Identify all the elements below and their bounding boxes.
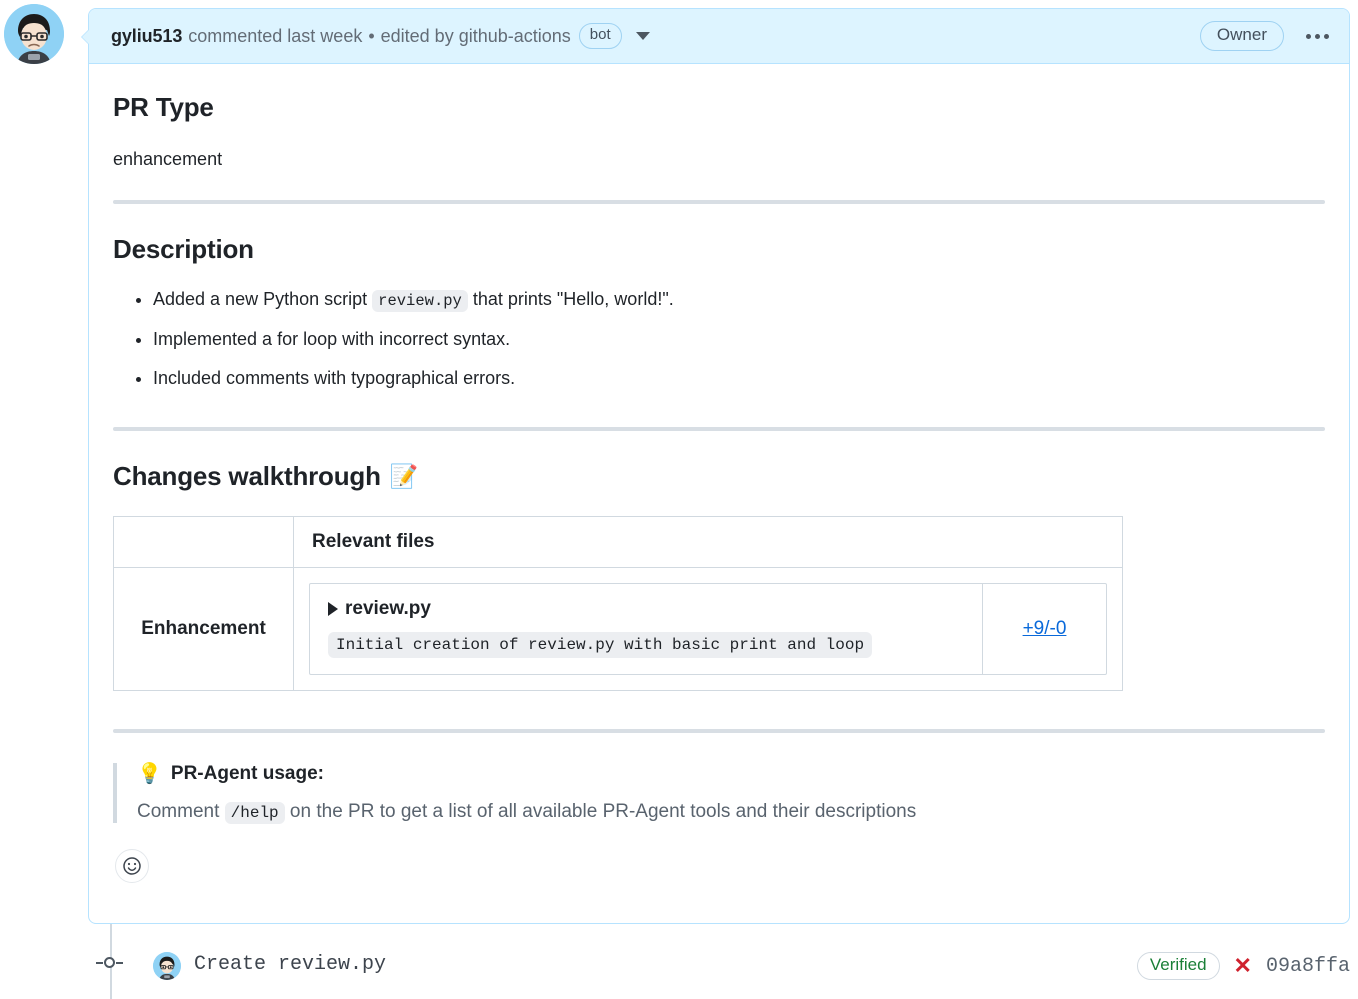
bullet-text-post: that prints "Hello, world!".	[467, 289, 674, 309]
commit-author-avatar[interactable]	[153, 952, 181, 980]
avatar[interactable]	[4, 4, 64, 64]
inline-code-help: /help	[224, 801, 285, 824]
list-item: Implemented a for loop with incorrect sy…	[153, 327, 1325, 351]
usage-title-row: 💡 PR-Agent usage:	[137, 763, 1325, 785]
table-header-row: Relevant files	[113, 515, 1123, 568]
description-list: Added a new Python script review.py that…	[113, 287, 1325, 391]
comment-header-actions: Owner	[1199, 21, 1333, 51]
file-description: Initial creation of review.py with basic…	[328, 631, 873, 658]
github-pr-comment-view: gyliu513 commented last week • edited by…	[0, 0, 1358, 999]
commit-sha[interactable]: 09a8ffa	[1266, 955, 1350, 978]
comment-separator: •	[368, 25, 375, 46]
author-avatar-wrapper[interactable]	[4, 4, 64, 64]
table-row: Enhancement review.py Initial creation o…	[113, 566, 1123, 691]
usage-text-before: Comment	[137, 800, 225, 822]
divider	[113, 426, 1325, 431]
bot-badge: bot	[578, 23, 622, 49]
table-header-relevant-files: Relevant files	[293, 515, 1123, 568]
comment-edited-by: edited by github-actions	[380, 25, 571, 46]
comment-timestamp: commented last week	[188, 25, 363, 46]
avatar-illustration	[4, 4, 64, 64]
divider	[113, 200, 1325, 204]
x-mark-icon[interactable]: ✕	[1234, 955, 1252, 977]
kebab-horizontal-icon[interactable]	[1302, 28, 1333, 45]
usage-text: Comment /help on the PR to get a list of…	[137, 800, 1325, 824]
bullet-text-pre: Included comments with typographical err…	[153, 368, 516, 389]
description-heading: Description	[113, 234, 254, 264]
diff-stat-link[interactable]: +9/-0	[1023, 618, 1067, 640]
file-entry-main[interactable]: review.py Initial creation of review.py …	[310, 584, 982, 674]
timeline-node-icon	[96, 957, 123, 968]
pr-agent-usage-blockquote: 💡 PR-Agent usage: Comment /help on the P…	[113, 762, 1325, 824]
bullet-text-pre: Implemented a for loop with incorrect sy…	[153, 328, 511, 349]
commit-timeline-row: Create review.py Verified ✕ 09a8ffa	[88, 924, 1358, 999]
pr-type-value: enhancement	[113, 149, 223, 169]
walkthrough-heading-label: Changes walkthrough	[113, 460, 381, 491]
pr-type-heading: PR Type	[113, 92, 214, 122]
changes-walkthrough-table: Relevant files Enhancement review.py Ini…	[113, 515, 1123, 691]
avatar-illustration	[153, 952, 181, 980]
file-entry: review.py Initial creation of review.py …	[309, 582, 1107, 675]
add-reaction-button[interactable]	[115, 848, 149, 883]
comment-author[interactable]: gyliu513	[111, 26, 182, 47]
comment-body: PR Type enhancement Description Added a …	[89, 64, 1349, 883]
reactions-row	[113, 823, 1325, 883]
comment-container: gyliu513 commented last week • edited by…	[81, 8, 1350, 924]
file-name-row[interactable]: review.py	[328, 598, 964, 620]
light-bulb-emoji: 💡	[137, 762, 162, 785]
verified-badge[interactable]: Verified	[1136, 952, 1220, 980]
file-name-label: review.py	[345, 597, 431, 619]
owner-badge: Owner	[1199, 21, 1284, 51]
diff-stat-cell: +9/-0	[982, 583, 1106, 674]
list-item: Included comments with typographical err…	[153, 366, 1325, 390]
usage-title-label: PR-Agent usage:	[170, 762, 324, 784]
row-files-cell: review.py Initial creation of review.py …	[293, 566, 1123, 691]
usage-text-after: on the PR to get a list of all available…	[284, 800, 917, 822]
smiley-face-icon	[123, 856, 141, 875]
list-item: Added a new Python script review.py that…	[153, 287, 1325, 312]
bullet-text-pre: Added a new Python script	[153, 289, 373, 309]
inline-code: review.py	[372, 290, 468, 312]
memo-emoji: 📝	[389, 462, 419, 489]
commit-status-group: Verified ✕ 09a8ffa	[1136, 952, 1350, 980]
commit-message[interactable]: Create review.py	[194, 953, 386, 976]
comment-header: gyliu513 commented last week • edited by…	[89, 9, 1349, 64]
divider	[113, 728, 1325, 733]
row-category: Enhancement	[113, 566, 294, 691]
triangle-right-icon[interactable]	[328, 601, 338, 616]
table-header-blank	[113, 515, 294, 568]
chevron-down-icon[interactable]	[635, 32, 650, 40]
walkthrough-heading: Changes walkthrough 📝	[113, 461, 1325, 492]
